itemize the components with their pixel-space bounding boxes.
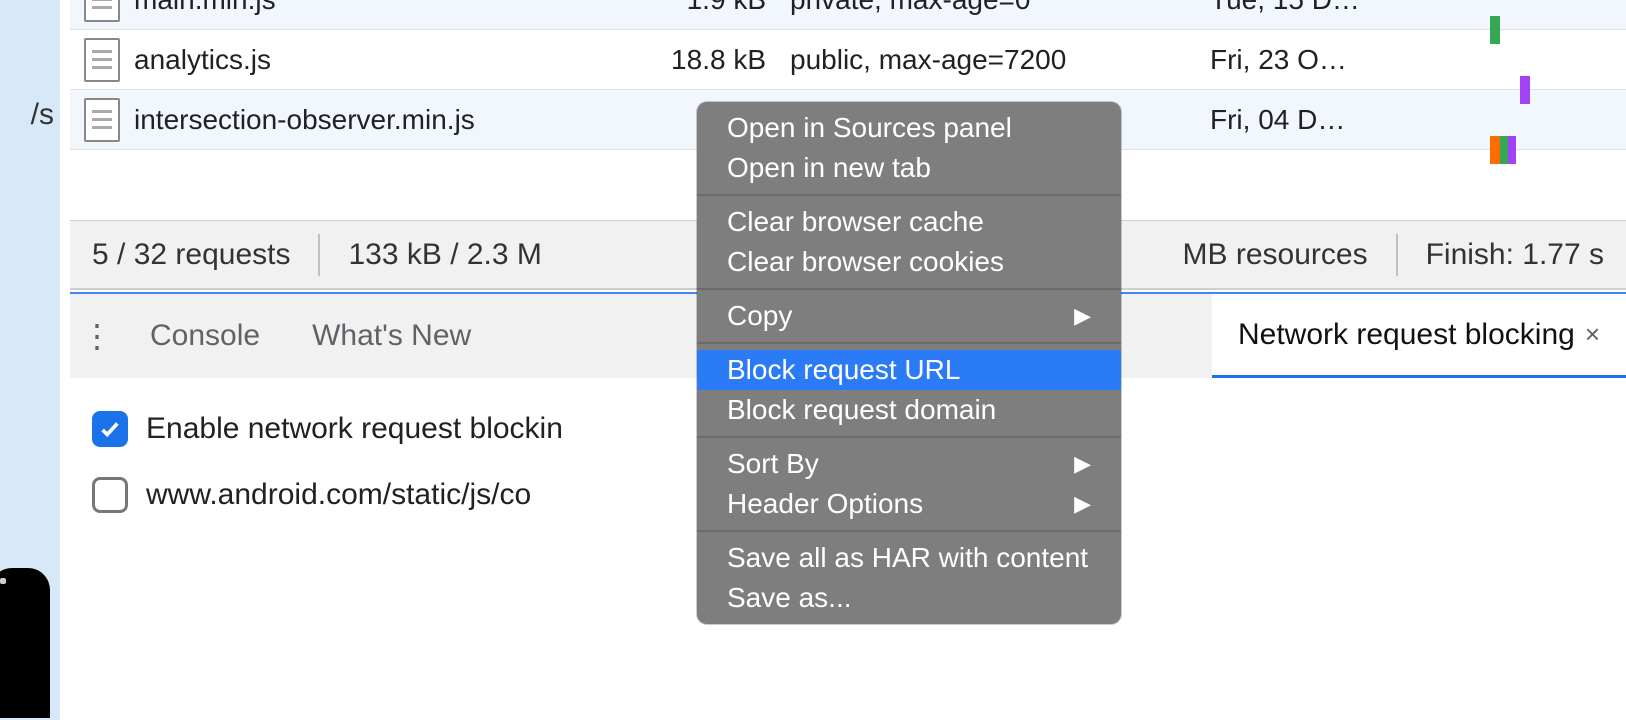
ctx-block-url[interactable]: Block request URL (697, 350, 1121, 390)
ctx-clear-cache[interactable]: Clear browser cache (697, 202, 1121, 242)
chevron-right-icon: ▶ (1074, 491, 1091, 517)
ctx-block-domain[interactable]: Block request domain (697, 390, 1121, 430)
status-resources: MB resources (1183, 238, 1368, 272)
status-transferred: 133 kB / 2.3 M (348, 238, 541, 272)
file-icon (84, 98, 120, 142)
status-requests: 5 / 32 requests (92, 238, 290, 272)
file-icon (84, 0, 120, 22)
devtools-panel: main.min.js 1.9 kB private, max-age=0 Tu… (70, 0, 1626, 720)
phone-preview-edge (0, 568, 50, 718)
ctx-copy[interactable]: Copy▶ (697, 296, 1121, 336)
left-background: /s (0, 0, 60, 720)
date-cell: Fri, 23 O… (1200, 44, 1450, 76)
table-row[interactable]: main.min.js 1.9 kB private, max-age=0 Tu… (70, 0, 1626, 30)
separator (697, 288, 1121, 290)
status-finish: Finish: 1.77 s (1426, 238, 1604, 272)
date-cell: Tue, 15 D… (1200, 0, 1450, 16)
cache-cell: private, max-age=0 (780, 0, 1200, 16)
file-name: analytics.js (134, 44, 271, 76)
divider (318, 234, 320, 276)
tab-network-blocking[interactable]: Network request blocking × (1212, 294, 1626, 378)
date-cell: Fri, 04 D… (1200, 104, 1450, 136)
table-row[interactable]: analytics.js 18.8 kB public, max-age=720… (70, 30, 1626, 90)
file-name: intersection-observer.min.js (134, 104, 475, 136)
ctx-save-as[interactable]: Save as... (697, 578, 1121, 618)
cut-text: /s (31, 98, 54, 132)
size-cell: 1.9 kB (590, 0, 780, 16)
cache-cell: public, max-age=7200 (780, 44, 1200, 76)
separator (697, 530, 1121, 532)
file-icon (84, 38, 120, 82)
tab-label: Network request blocking (1238, 318, 1575, 352)
context-menu: Open in Sources panel Open in new tab Cl… (697, 102, 1121, 624)
ctx-header-options[interactable]: Header Options▶ (697, 484, 1121, 524)
separator (697, 436, 1121, 438)
enable-blocking-label: Enable network request blockin (146, 412, 563, 446)
close-icon[interactable]: × (1575, 319, 1600, 350)
chevron-right-icon: ▶ (1074, 303, 1091, 329)
ctx-save-har[interactable]: Save all as HAR with content (697, 538, 1121, 578)
checkbox-checked-icon[interactable] (92, 411, 128, 447)
blocking-pattern-label: www.android.com/static/js/co (146, 478, 531, 512)
checkbox-unchecked-icon[interactable] (92, 477, 128, 513)
ctx-clear-cookies[interactable]: Clear browser cookies (697, 242, 1121, 282)
chevron-right-icon: ▶ (1074, 451, 1091, 477)
divider (1396, 234, 1398, 276)
separator (697, 342, 1121, 344)
file-name: main.min.js (134, 0, 276, 16)
separator (697, 194, 1121, 196)
more-icon[interactable]: ⋮ (70, 317, 124, 355)
tab-whats-new[interactable]: What's New (286, 294, 497, 378)
ctx-open-new-tab[interactable]: Open in new tab (697, 148, 1121, 188)
ctx-open-sources[interactable]: Open in Sources panel (697, 108, 1121, 148)
tab-console[interactable]: Console (124, 294, 286, 378)
size-cell: 18.8 kB (590, 44, 780, 76)
ctx-sort-by[interactable]: Sort By▶ (697, 444, 1121, 484)
